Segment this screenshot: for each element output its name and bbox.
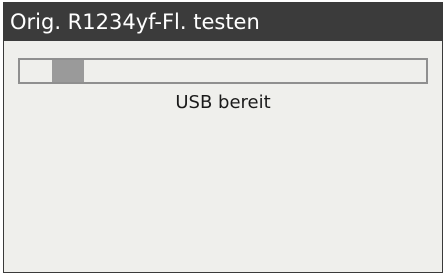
page-title: Orig. R1234yf-Fl. testen (4, 3, 442, 41)
device-screen: Orig. R1234yf-Fl. testen USB bereit (3, 2, 443, 273)
progress-indicator (52, 60, 84, 82)
status-message: USB bereit (175, 92, 271, 113)
progress-bar (18, 58, 428, 84)
